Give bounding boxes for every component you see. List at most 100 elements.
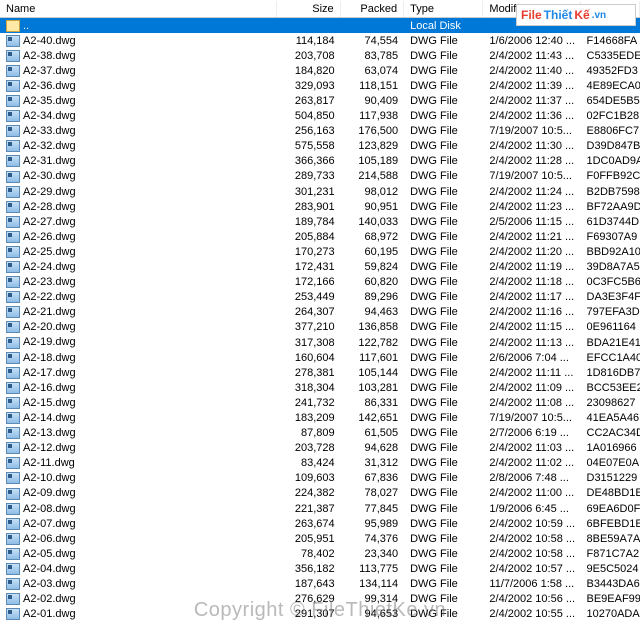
file-type: DWG File xyxy=(404,593,483,605)
file-row[interactable]: A2-04.dwg356,182113,775DWG File2/4/2002 … xyxy=(0,561,640,576)
file-row[interactable]: A2-09.dwg224,38278,027DWG File2/4/2002 1… xyxy=(0,486,640,501)
file-modified: 2/4/2002 11:39 ... xyxy=(483,80,580,92)
file-row[interactable]: A2-18.dwg160,604117,601DWG File2/6/2006 … xyxy=(0,350,640,365)
file-modified: 2/4/2002 11:08 ... xyxy=(483,397,580,409)
file-modified: 1/9/2006 6:45 ... xyxy=(483,503,580,515)
file-name: A2-30.dwg xyxy=(23,170,76,182)
file-row[interactable]: A2-15.dwg241,73286,331DWG File2/4/2002 1… xyxy=(0,395,640,410)
file-row[interactable]: A2-03.dwg187,643134,114DWG File11/7/2006… xyxy=(0,576,640,591)
file-type: DWG File xyxy=(404,246,483,258)
file-row[interactable]: A2-31.dwg366,366105,189DWG File2/4/2002 … xyxy=(0,154,640,169)
file-row[interactable]: A2-27.dwg189,784140,033DWG File2/5/2006 … xyxy=(0,214,640,229)
file-packed: 98,012 xyxy=(341,186,404,198)
column-header-size[interactable]: Size xyxy=(277,1,340,17)
file-crc: BDA21E41 xyxy=(581,337,640,349)
file-row[interactable]: A2-36.dwg329,093118,151DWG File2/4/2002 … xyxy=(0,78,640,93)
file-type: Local Disk xyxy=(404,20,483,32)
dwg-file-icon xyxy=(6,367,20,379)
file-row[interactable]: A2-28.dwg283,90190,951DWG File2/4/2002 1… xyxy=(0,199,640,214)
file-name: A2-23.dwg xyxy=(23,276,76,288)
column-header-type[interactable]: Type xyxy=(404,1,483,17)
file-size: 329,093 xyxy=(277,80,340,92)
file-size: 78,402 xyxy=(277,548,340,560)
file-row[interactable]: A2-17.dwg278,381105,144DWG File2/4/2002 … xyxy=(0,365,640,380)
file-row[interactable]: A2-22.dwg253,44989,296DWG File2/4/2002 1… xyxy=(0,290,640,305)
file-row[interactable]: A2-11.dwg83,42431,312DWG File2/4/2002 11… xyxy=(0,456,640,471)
file-row[interactable]: A2-12.dwg203,72894,628DWG File2/4/2002 1… xyxy=(0,441,640,456)
file-type: DWG File xyxy=(404,65,483,77)
file-name: A2-01.dwg xyxy=(23,608,76,620)
file-row[interactable]: A2-16.dwg318,304103,281DWG File2/4/2002 … xyxy=(0,380,640,395)
file-row[interactable]: A2-19.dwg317,308122,782DWG File2/4/2002 … xyxy=(0,335,640,350)
dwg-file-icon xyxy=(6,155,20,167)
file-size: 301,231 xyxy=(277,186,340,198)
file-size: 187,643 xyxy=(277,578,340,590)
file-row[interactable]: A2-23.dwg172,16660,820DWG File2/4/2002 1… xyxy=(0,275,640,290)
file-row[interactable]: A2-34.dwg504,850117,938DWG File2/4/2002 … xyxy=(0,109,640,124)
file-row[interactable]: A2-37.dwg184,82063,074DWG File2/4/2002 1… xyxy=(0,63,640,78)
file-crc: E8806FC7 xyxy=(581,125,640,137)
dwg-file-icon xyxy=(6,306,20,318)
file-row[interactable]: A2-29.dwg301,23198,012DWG File2/4/2002 1… xyxy=(0,184,640,199)
dwg-file-icon xyxy=(6,397,20,409)
file-name: A2-25.dwg xyxy=(23,246,76,258)
file-row[interactable]: A2-05.dwg78,40223,340DWG File2/4/2002 10… xyxy=(0,546,640,561)
logo-overlay: File Thiết Kế .vn xyxy=(516,4,636,26)
file-row[interactable]: A2-26.dwg205,88468,972DWG File2/4/2002 1… xyxy=(0,229,640,244)
column-header-name[interactable]: Name xyxy=(0,1,277,17)
file-modified: 2/4/2002 11:09 ... xyxy=(483,382,580,394)
file-modified: 7/19/2007 10:5... xyxy=(483,170,580,182)
file-row[interactable]: A2-06.dwg205,95174,376DWG File2/4/2002 1… xyxy=(0,531,640,546)
file-name: A2-07.dwg xyxy=(23,518,76,530)
file-row[interactable]: A2-14.dwg183,209142,651DWG File7/19/2007… xyxy=(0,410,640,425)
file-row[interactable]: A2-01.dwg291,30794,653DWG File2/4/2002 1… xyxy=(0,607,640,622)
file-size: 276,629 xyxy=(277,593,340,605)
file-packed: 140,033 xyxy=(341,216,404,228)
file-modified: 2/4/2002 11:02 ... xyxy=(483,457,580,469)
file-row[interactable]: A2-08.dwg221,38777,845DWG File1/9/2006 6… xyxy=(0,501,640,516)
file-name: A2-16.dwg xyxy=(23,382,76,394)
file-row[interactable]: A2-25.dwg170,27360,195DWG File2/4/2002 1… xyxy=(0,244,640,259)
file-size: 283,901 xyxy=(277,201,340,213)
file-row[interactable]: A2-20.dwg377,210136,858DWG File2/4/2002 … xyxy=(0,320,640,335)
file-row[interactable]: A2-30.dwg289,733214,588DWG File7/19/2007… xyxy=(0,169,640,184)
dwg-file-icon xyxy=(6,216,20,228)
file-crc: 1D816DB7 xyxy=(581,367,640,379)
file-size: 184,820 xyxy=(277,65,340,77)
file-row[interactable]: A2-38.dwg203,70883,785DWG File2/4/2002 1… xyxy=(0,48,640,63)
file-crc: 4E89ECA0 xyxy=(581,80,640,92)
file-crc: 23098627 xyxy=(581,397,640,409)
file-name: A2-03.dwg xyxy=(23,578,76,590)
file-row[interactable]: A2-02.dwg276,62999,314DWG File2/4/2002 1… xyxy=(0,592,640,607)
file-row[interactable]: A2-21.dwg264,30794,463DWG File2/4/2002 1… xyxy=(0,305,640,320)
file-type: DWG File xyxy=(404,186,483,198)
file-crc: 797EFA3D xyxy=(581,306,640,318)
file-modified: 2/4/2002 11:00 ... xyxy=(483,487,580,499)
file-row[interactable]: A2-40.dwg114,18474,554DWG File1/6/2006 1… xyxy=(0,33,640,48)
file-type: DWG File xyxy=(404,291,483,303)
file-modified: 2/5/2006 11:15 ... xyxy=(483,216,580,228)
dwg-file-icon xyxy=(6,427,20,439)
file-name: A2-18.dwg xyxy=(23,352,76,364)
file-row[interactable]: A2-33.dwg256,163176,500DWG File7/19/2007… xyxy=(0,124,640,139)
file-row[interactable]: A2-32.dwg575,558123,829DWG File2/4/2002 … xyxy=(0,139,640,154)
file-packed: 94,628 xyxy=(341,442,404,454)
file-modified: 2/4/2002 11:40 ... xyxy=(483,65,580,77)
file-row[interactable]: A2-24.dwg172,43159,824DWG File2/4/2002 1… xyxy=(0,260,640,275)
file-row[interactable]: A2-35.dwg263,81790,409DWG File2/4/2002 1… xyxy=(0,93,640,108)
file-crc: CC2AC34D xyxy=(581,427,640,439)
file-crc: 39D8A7A5 xyxy=(581,261,640,273)
file-name: A2-09.dwg xyxy=(23,487,76,499)
file-modified: 2/4/2002 11:36 ... xyxy=(483,110,580,122)
file-name: A2-19.dwg xyxy=(23,336,76,348)
dwg-file-icon xyxy=(6,608,20,620)
file-size: 83,424 xyxy=(277,457,340,469)
file-row[interactable]: A2-07.dwg263,67495,989DWG File2/4/2002 1… xyxy=(0,516,640,531)
file-packed: 118,151 xyxy=(341,80,404,92)
column-header-packed[interactable]: Packed xyxy=(341,1,404,17)
file-row[interactable]: A2-13.dwg87,80961,505DWG File2/7/2006 6:… xyxy=(0,426,640,441)
file-name: A2-28.dwg xyxy=(23,201,76,213)
file-row[interactable]: A2-10.dwg109,60367,836DWG File2/8/2006 7… xyxy=(0,471,640,486)
dwg-file-icon xyxy=(6,95,20,107)
file-modified: 11/7/2006 1:58 ... xyxy=(483,578,580,590)
